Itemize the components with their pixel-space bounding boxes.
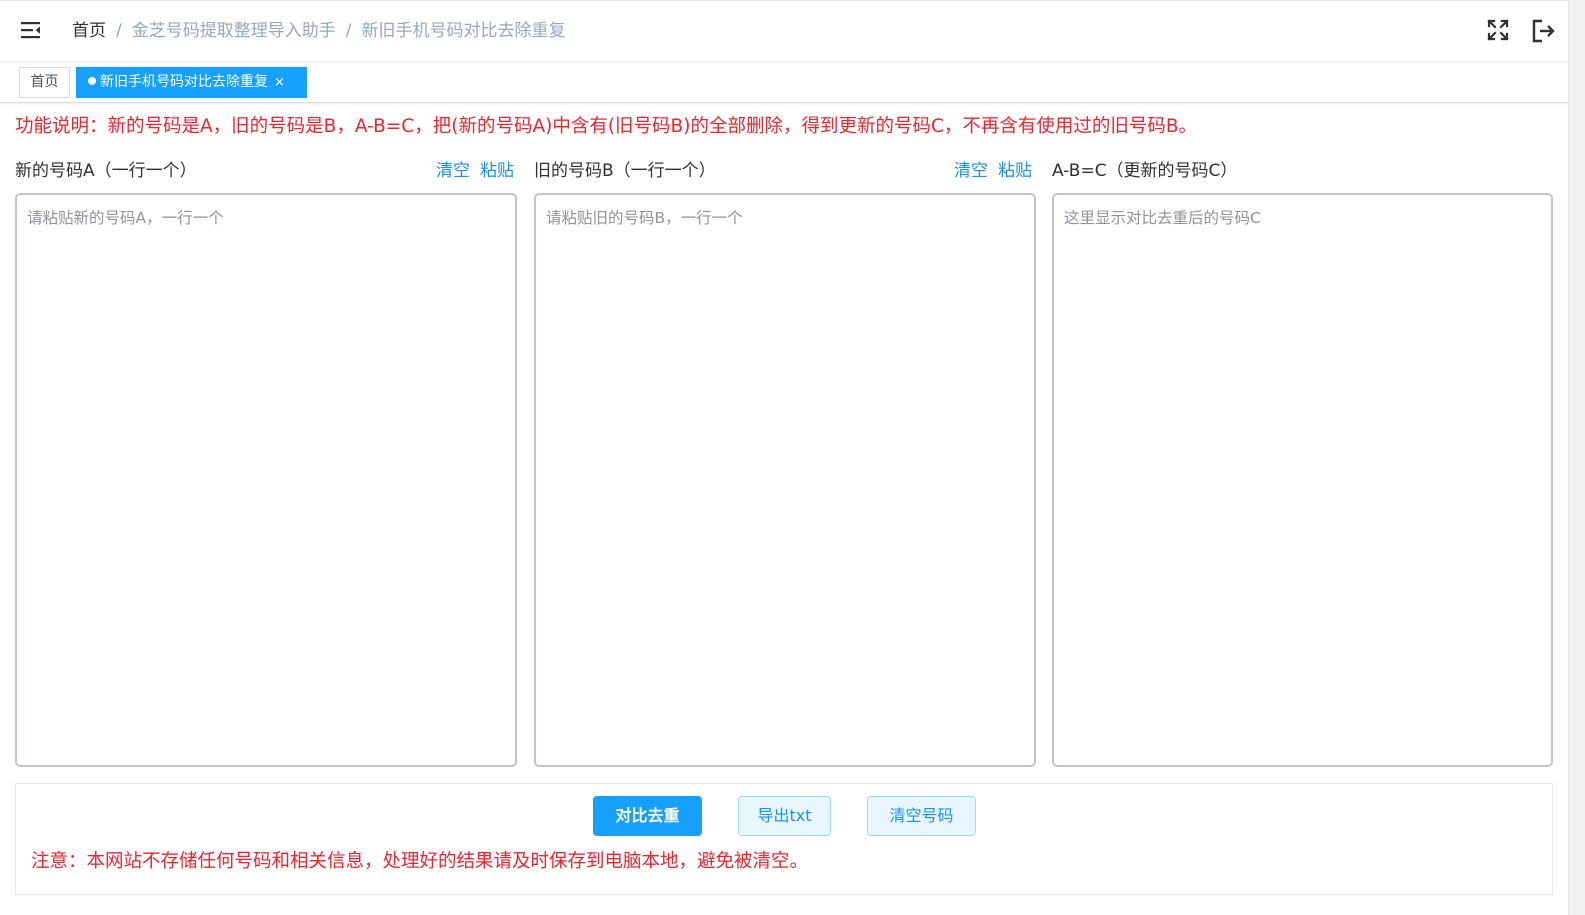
- paste-a-button[interactable]: 粘贴: [480, 161, 514, 181]
- compare-dedupe-button[interactable]: 对比去重: [593, 796, 702, 836]
- function-description: 功能说明：新的号码是A，旧的号码是B，A-B=C，把(新的号码A)中含有(旧号码…: [15, 116, 1198, 137]
- action-card: 对比去重 导出txt 清空号码 注意：本网站不存储任何号码和相关信息，处理好的结…: [15, 783, 1553, 895]
- fullscreen-icon[interactable]: [1486, 18, 1510, 42]
- number-b-input[interactable]: [534, 193, 1036, 767]
- privacy-notice: 注意：本网站不存储任何号码和相关信息，处理好的结果请及时保存到电脑本地，避免被清…: [31, 851, 809, 872]
- number-a-input[interactable]: [15, 193, 517, 767]
- tags-view-bar: 首页 新旧手机号码对比去除重复 ×: [0, 63, 1568, 103]
- clear-b-button[interactable]: 清空: [954, 161, 988, 181]
- panel-c-title: A-B=C（更新的号码C）: [1052, 158, 1237, 184]
- breadcrumb-separator: /: [345, 21, 352, 41]
- clear-a-button[interactable]: 清空: [436, 161, 470, 181]
- panel-a-title: 新的号码A（一行一个）: [15, 158, 197, 184]
- paste-b-button[interactable]: 粘贴: [998, 161, 1032, 181]
- tab-compare-dedupe-label: 新旧手机号码对比去除重复: [100, 74, 268, 90]
- breadcrumb: 首页 / 金芝号码提取整理导入助手 / 新旧手机号码对比去除重复: [72, 19, 565, 43]
- close-icon[interactable]: ×: [274, 68, 285, 97]
- top-navbar: 首页 / 金芝号码提取整理导入助手 / 新旧手机号码对比去除重复: [0, 0, 1568, 62]
- scrollbar-track[interactable]: [1568, 0, 1585, 915]
- panel-b-title: 旧的号码B（一行一个）: [534, 158, 716, 184]
- panel-a-actions: 清空 粘贴: [436, 158, 514, 184]
- panel-c-title-text: A-B=C（更新的号码C）: [1052, 161, 1238, 181]
- panel-a-title-text: 新的号码A（一行一个）: [15, 161, 197, 181]
- breadcrumb-current: 新旧手机号码对比去除重复: [361, 21, 566, 41]
- tab-home[interactable]: 首页: [19, 67, 70, 98]
- logout-icon[interactable]: [1531, 18, 1557, 44]
- breadcrumb-separator: /: [116, 21, 122, 41]
- breadcrumb-home[interactable]: 首页: [72, 21, 106, 41]
- active-dot-icon: [88, 77, 96, 85]
- tab-compare-dedupe[interactable]: 新旧手机号码对比去除重复 ×: [76, 67, 307, 98]
- panel-b-actions: 清空 粘贴: [954, 158, 1032, 184]
- menu-fold-icon[interactable]: [20, 20, 42, 40]
- tab-home-label: 首页: [30, 74, 59, 90]
- clear-numbers-button[interactable]: 清空号码: [867, 796, 976, 836]
- panel-b-title-text: 旧的号码B（一行一个）: [534, 161, 716, 181]
- breadcrumb-tool[interactable]: 金芝号码提取整理导入助手: [132, 21, 336, 41]
- result-c-output[interactable]: [1052, 193, 1553, 767]
- export-txt-button[interactable]: 导出txt: [738, 796, 831, 836]
